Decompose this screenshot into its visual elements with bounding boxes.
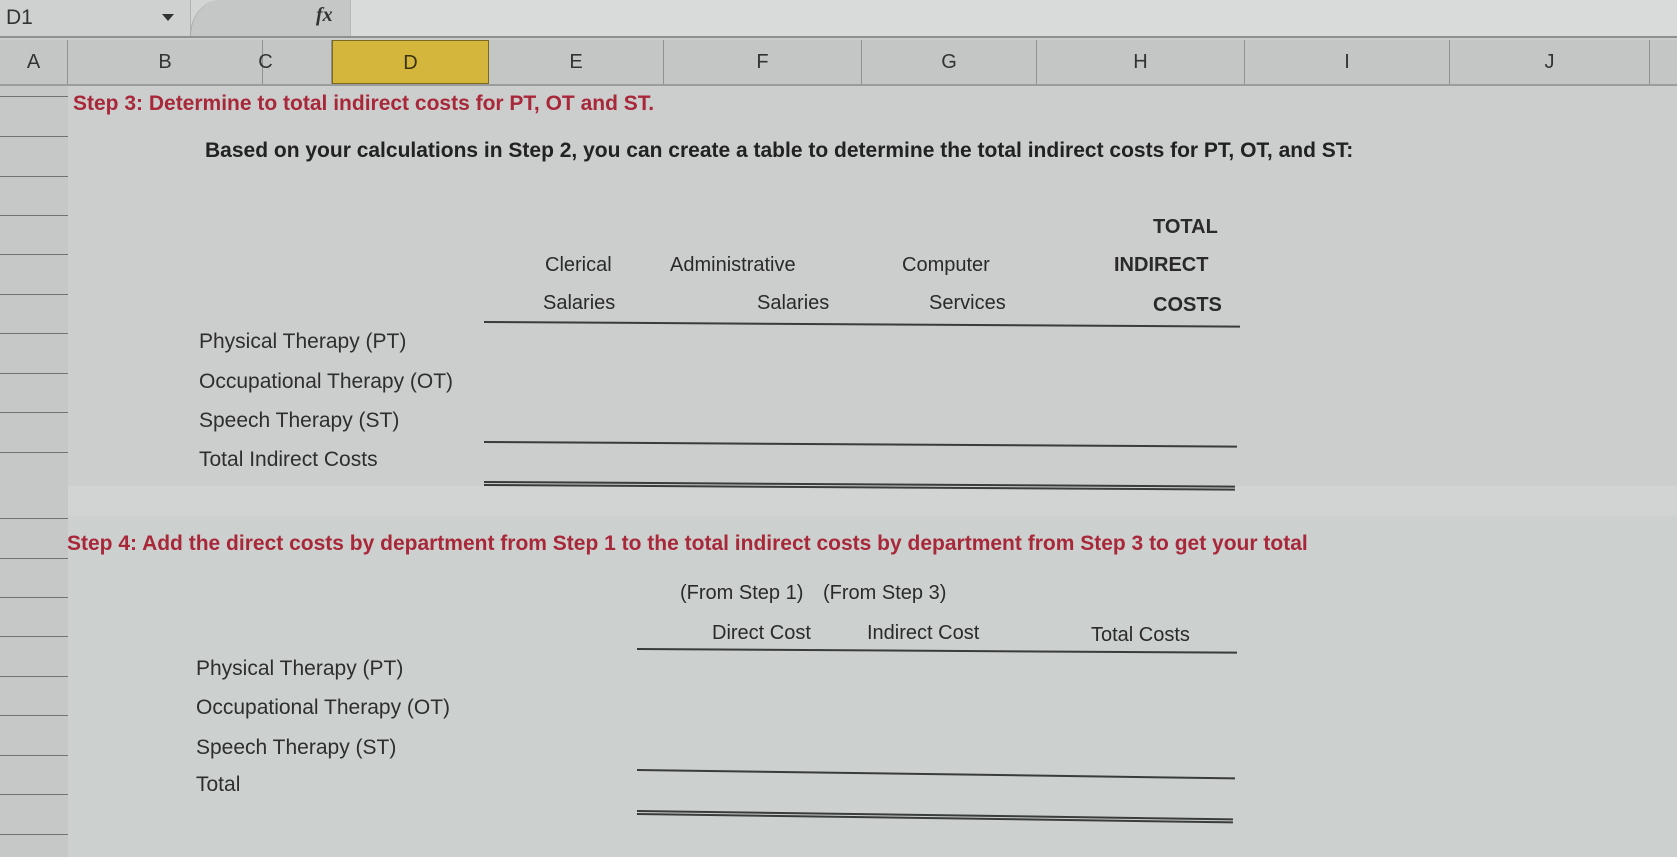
ot-direct-cost-cell[interactable] xyxy=(637,692,847,722)
step4-row-label-ot: Occupational Therapy (OT) xyxy=(196,696,451,719)
row-gridline xyxy=(0,715,68,716)
header-total-costs: Total Costs xyxy=(1091,624,1190,646)
header-computer-line1: Computer xyxy=(902,254,990,276)
name-box-dropdown-icon[interactable] xyxy=(162,14,174,21)
row-gridline xyxy=(0,96,68,97)
st-clerical-cell[interactable] xyxy=(484,405,654,435)
pt-direct-cost-cell[interactable] xyxy=(637,653,847,683)
pt-clerical-cell[interactable] xyxy=(484,326,654,356)
ot-total-costs-cell[interactable] xyxy=(1037,692,1237,722)
row-gridline xyxy=(0,676,68,677)
row-gridline xyxy=(0,294,68,295)
row-gridline xyxy=(0,373,68,374)
header-total-line1: TOTAL xyxy=(1153,216,1218,238)
name-box[interactable]: D1 xyxy=(0,0,191,36)
row-gridline xyxy=(0,452,68,453)
st-computer-cell[interactable] xyxy=(862,405,1037,435)
column-header-g[interactable]: G xyxy=(862,40,1037,84)
row-gridline xyxy=(0,558,68,559)
row-gridline xyxy=(0,254,68,255)
step3-row-label-st: Speech Therapy (ST) xyxy=(199,409,400,432)
pt-administrative-cell[interactable] xyxy=(664,326,862,356)
step3-row-label-pt: Physical Therapy (PT) xyxy=(199,330,407,353)
spacer-row xyxy=(68,486,1677,516)
step4-row-label-total: Total xyxy=(196,773,241,796)
st-administrative-cell[interactable] xyxy=(664,405,862,435)
row-gridline xyxy=(0,176,68,177)
row-gridline xyxy=(0,597,68,598)
header-administrative-line2: Salaries xyxy=(757,292,830,314)
header-administrative-line1: Administrative xyxy=(670,254,796,276)
column-header-j[interactable]: J xyxy=(1450,40,1650,84)
column-header-e[interactable]: E xyxy=(489,40,664,84)
total-computer-cell[interactable] xyxy=(862,448,1037,478)
step4-row-label-st: Speech Therapy (ST) xyxy=(196,736,397,759)
pt-computer-cell[interactable] xyxy=(862,326,1037,356)
step4-row-label-pt: Physical Therapy (PT) xyxy=(196,657,404,680)
step3-title: Step 3: Determine to total indirect cost… xyxy=(73,92,655,115)
step3-row-label-total: Total Indirect Costs xyxy=(199,448,378,471)
row-gridline xyxy=(0,412,68,413)
pt-indirect-cost-cell[interactable] xyxy=(847,653,1037,683)
row-gridline xyxy=(0,636,68,637)
column-header-f[interactable]: F xyxy=(664,40,862,84)
formula-input[interactable] xyxy=(350,0,1677,36)
ot-clerical-cell[interactable] xyxy=(540,366,654,396)
ot-administrative-cell[interactable] xyxy=(664,366,862,396)
total-clerical-cell[interactable] xyxy=(484,448,654,478)
row-gridline xyxy=(0,215,68,216)
row-gridline xyxy=(0,794,68,795)
name-box-value: D1 xyxy=(6,6,33,29)
ot-computer-cell[interactable] xyxy=(862,366,1037,396)
column-header-c[interactable]: C xyxy=(200,40,332,84)
column-header-h[interactable]: H xyxy=(1037,40,1245,84)
header-clerical-line1: Clerical xyxy=(545,254,612,276)
ot-total-indirect-cell[interactable] xyxy=(1037,366,1240,396)
insert-function-icon[interactable]: fx xyxy=(316,4,333,27)
row-gridline xyxy=(0,333,68,334)
subheader-from-step3: (From Step 3) xyxy=(823,582,947,604)
column-header-d[interactable]: D xyxy=(332,40,489,84)
column-header-i[interactable]: I xyxy=(1245,40,1450,84)
header-clerical-line2: Salaries xyxy=(543,292,616,314)
header-total-line3: COSTS xyxy=(1153,294,1222,316)
step3-row-label-ot: Occupational Therapy (OT) xyxy=(199,370,454,393)
row-gutter xyxy=(0,86,68,857)
row-gridline xyxy=(0,834,68,835)
header-indirect-cost: Indirect Cost xyxy=(867,622,980,644)
subheader-from-step1: (From Step 1) xyxy=(680,582,804,604)
st-indirect-cost-cell[interactable] xyxy=(847,732,1037,762)
step4-region xyxy=(68,516,1677,857)
ot-indirect-cost-cell[interactable] xyxy=(847,692,1037,722)
row-gridline xyxy=(0,136,68,137)
formula-bar: D1 fx xyxy=(0,0,1677,38)
pt-total-indirect-cell[interactable] xyxy=(1037,326,1240,356)
st-total-costs-cell[interactable] xyxy=(1037,732,1237,762)
st-total-indirect-cell[interactable] xyxy=(1037,405,1240,435)
row-gridline xyxy=(0,755,68,756)
step3-intro: Based on your calculations in Step 2, yo… xyxy=(205,139,1354,162)
pt-total-costs-cell[interactable] xyxy=(1037,653,1237,683)
total-administrative-cell[interactable] xyxy=(664,448,862,478)
column-header-a[interactable]: A xyxy=(0,40,68,84)
column-header-row: A B C D E F G H I J xyxy=(0,40,1677,86)
total-indirect-cost-cell[interactable] xyxy=(847,774,1037,804)
header-computer-line2: Services xyxy=(929,292,1006,314)
total-total-indirect-cell[interactable] xyxy=(1037,448,1240,478)
st-direct-cost-cell[interactable] xyxy=(637,732,847,762)
total-direct-cost-cell[interactable] xyxy=(637,774,847,804)
header-total-line2: INDIRECT xyxy=(1114,254,1209,276)
header-direct-cost: Direct Cost xyxy=(712,622,811,644)
step4-title: Step 4: Add the direct costs by departme… xyxy=(67,532,1308,555)
row-gridline xyxy=(0,518,68,519)
